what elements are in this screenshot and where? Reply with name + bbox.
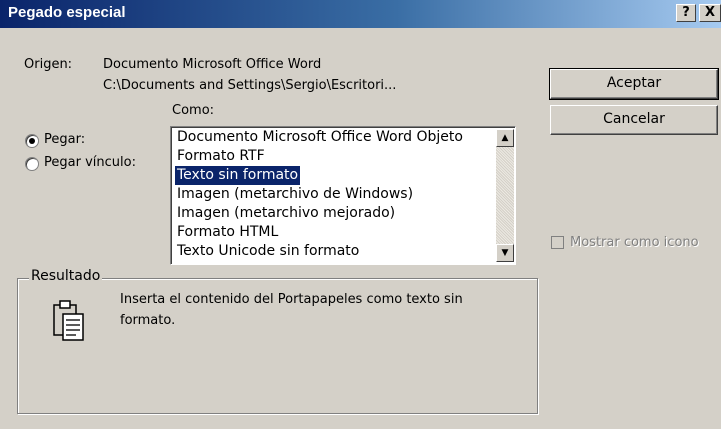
paste-link-radio-label[interactable]: Pegar vínculo: bbox=[44, 155, 136, 170]
list-item[interactable]: Texto Unicode sin formato bbox=[175, 242, 361, 261]
help-button[interactable]: ? bbox=[676, 4, 696, 22]
show-as-icon-label: Mostrar como icono bbox=[570, 235, 699, 250]
paste-radio-label[interactable]: Pegar: bbox=[44, 132, 85, 147]
title-bar: Pegado especial ? X bbox=[0, 0, 721, 28]
vertical-scrollbar[interactable]: ▲ ▼ bbox=[496, 129, 514, 262]
dialog-title: Pegado especial bbox=[8, 4, 126, 21]
paste-special-dialog: Pegado especial ? X Origen: Documento Mi… bbox=[0, 0, 721, 429]
paste-radio[interactable] bbox=[25, 134, 39, 148]
list-item[interactable]: Imagen (metarchivo mejorado) bbox=[175, 204, 397, 223]
result-text-line2: formato. bbox=[120, 313, 176, 328]
result-legend: Resultado bbox=[29, 268, 103, 284]
scroll-up-button[interactable]: ▲ bbox=[496, 129, 514, 147]
origin-path: C:\Documents and Settings\Sergio\Escrito… bbox=[103, 78, 397, 93]
scroll-down-button[interactable]: ▼ bbox=[496, 244, 514, 262]
list-item-selected[interactable]: Texto sin formato bbox=[173, 165, 302, 186]
radio-selected-dot bbox=[29, 138, 35, 144]
help-icon: ? bbox=[682, 5, 690, 20]
show-as-icon-checkbox[interactable] bbox=[551, 236, 564, 249]
close-button[interactable]: X bbox=[699, 4, 721, 22]
origin-document: Documento Microsoft Office Word bbox=[103, 57, 322, 72]
scroll-down-icon: ▼ bbox=[501, 248, 509, 258]
como-label: Como: bbox=[172, 103, 215, 118]
list-item[interactable]: Formato RTF bbox=[175, 147, 267, 166]
format-listbox[interactable]: Documento Microsoft Office Word Objeto F… bbox=[170, 126, 516, 265]
list-item[interactable]: Imagen (metarchivo de Windows) bbox=[175, 185, 415, 204]
close-icon: X bbox=[704, 5, 716, 20]
scroll-up-icon: ▲ bbox=[501, 133, 509, 143]
clipboard-icon bbox=[53, 300, 84, 341]
list-item[interactable]: Formato HTML bbox=[175, 223, 280, 242]
paste-link-radio[interactable] bbox=[25, 157, 39, 171]
list-item[interactable]: Documento Microsoft Office Word Objeto bbox=[175, 128, 465, 147]
accept-button[interactable]: Aceptar bbox=[549, 68, 719, 100]
origin-label: Origen: bbox=[24, 57, 73, 72]
cancel-button[interactable]: Cancelar bbox=[550, 105, 718, 135]
result-text-line1: Inserta el contenido del Portapapeles co… bbox=[120, 292, 463, 307]
